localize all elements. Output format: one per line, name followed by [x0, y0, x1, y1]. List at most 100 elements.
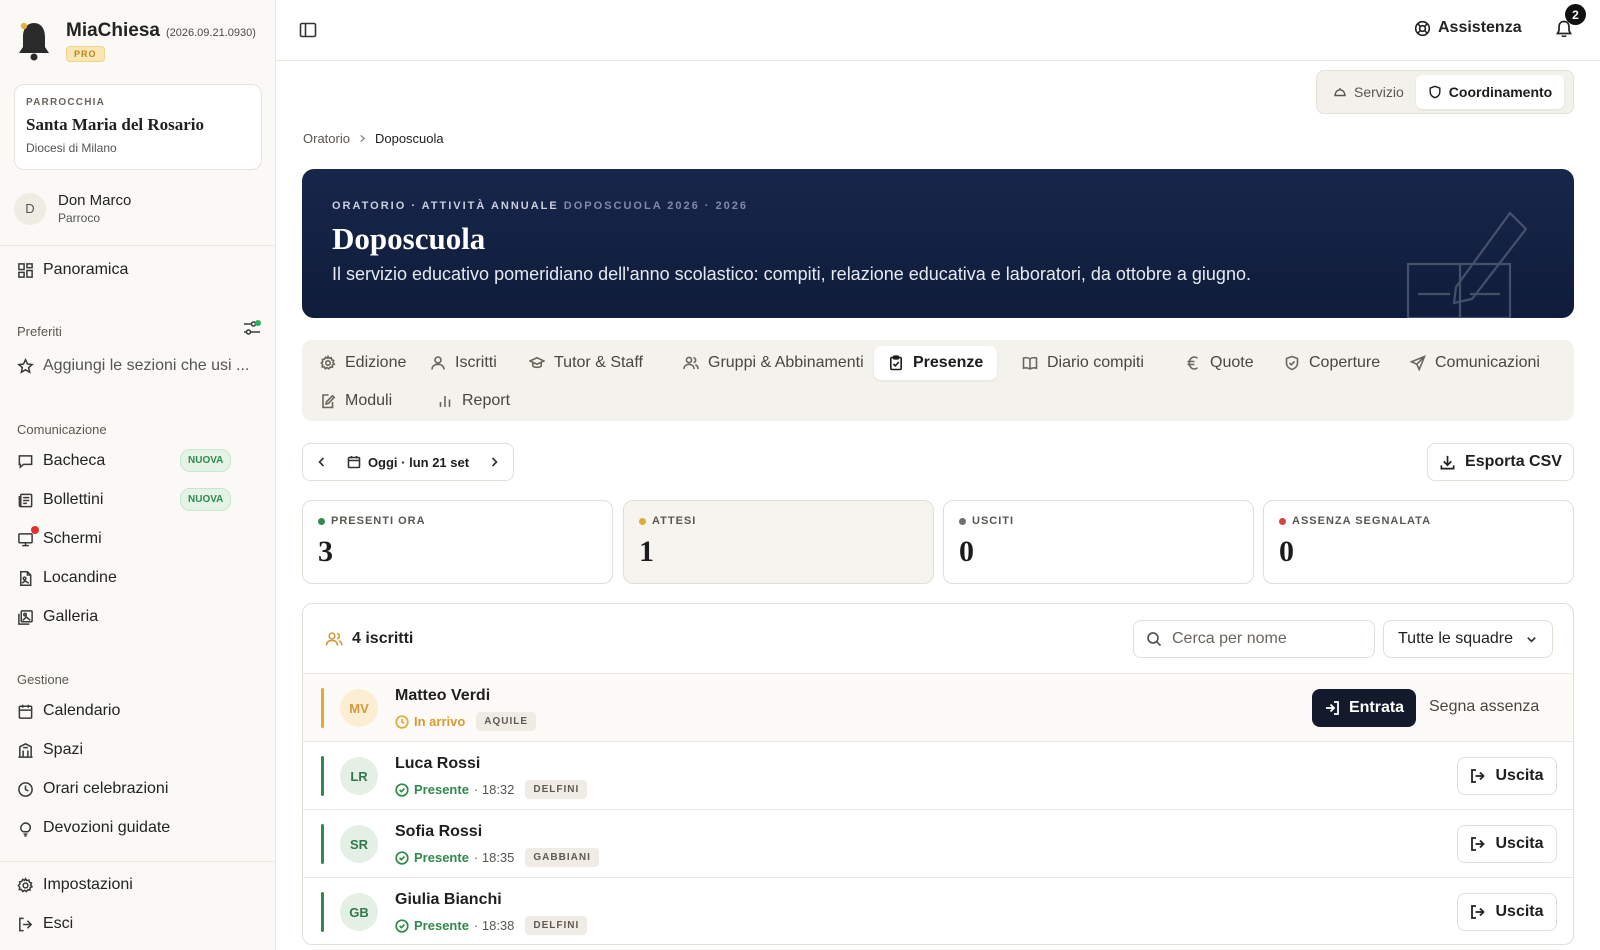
student-status: Presente · 18:32 DELFINI	[395, 780, 588, 799]
student-name[interactable]: Luca Rossi	[395, 755, 480, 773]
date-picker-button[interactable]: Oggi · lun 21 set	[347, 455, 469, 470]
student-name[interactable]: Sofia Rossi	[395, 823, 482, 841]
tab-diario-compiti[interactable]: Diario compiti	[1008, 346, 1158, 380]
status-dot	[639, 517, 646, 525]
chevron-left-icon[interactable]	[315, 455, 329, 469]
parish-name: Santa Maria del Rosario	[26, 115, 205, 134]
sidebar-item-spazi[interactable]: Spazi	[17, 741, 83, 759]
tab-edizione[interactable]: Edizione	[306, 346, 420, 380]
favorites-add-hint[interactable]: Aggiungi le sezioni che usi ...	[17, 357, 249, 375]
check-circle-icon	[395, 918, 409, 933]
sidebar-item-schermi[interactable]: Schermi	[17, 530, 102, 548]
favorites-hint-text: Aggiungi le sezioni che usi ...	[43, 357, 250, 374]
enrolled-count-label: 4 iscritti	[352, 630, 414, 647]
sidebar-item-locandine[interactable]: Locandine	[17, 569, 117, 587]
calendar-icon	[347, 456, 361, 469]
user-name: Don Marco	[58, 192, 132, 209]
poster-icon	[20, 570, 32, 586]
check-out-button[interactable]: Uscita	[1457, 893, 1557, 931]
sidebar-item-label: Bollettini	[43, 491, 104, 508]
calendar-icon	[18, 704, 33, 719]
tab-iscritti[interactable]: Iscritti	[416, 346, 511, 380]
sidebar-item-galleria[interactable]: Galleria	[17, 608, 98, 626]
avatar: LR	[340, 757, 378, 795]
breadcrumb-parent-link[interactable]: Oratorio	[303, 131, 350, 146]
status-dot	[1279, 517, 1286, 525]
activity-hero-banner: ORATORIO · ATTIVITÀ ANNUALE DOPOSCUOLA 2…	[302, 169, 1574, 318]
stat-card-attesi: ATTESI 1	[623, 500, 934, 584]
mode-servizio-button[interactable]: Servizio	[1321, 75, 1416, 109]
bell-logo-icon	[19, 22, 49, 61]
tab-coperture[interactable]: Coperture	[1270, 346, 1394, 380]
clock-icon	[18, 781, 33, 797]
sidebar-item-bollettini[interactable]: Bollettini	[17, 491, 103, 509]
section-tabs: Edizione Iscritti Tutor & Staff Gruppi &…	[302, 340, 1574, 421]
avatar: GB	[340, 893, 378, 931]
stat-value: 1	[639, 535, 654, 568]
date-label: Oggi · lun 21 set	[367, 454, 470, 470]
sidebar-item-orari-celebrazioni[interactable]: Orari celebrazioni	[17, 780, 168, 798]
notification-count-badge: 2	[1565, 4, 1586, 25]
app-version: (2026.09.21.0930)	[165, 27, 256, 39]
favorites-settings-icon[interactable]	[243, 320, 261, 336]
logout-icon	[1471, 769, 1486, 783]
tab-comunicazioni[interactable]: Comunicazioni	[1396, 346, 1554, 380]
newspaper-icon	[18, 493, 33, 507]
tab-quote[interactable]: Quote	[1171, 346, 1268, 380]
check-out-label: Uscita	[1495, 903, 1544, 920]
tab-label: Tutor & Staff	[554, 354, 643, 371]
check-in-button[interactable]: Entrata	[1312, 689, 1416, 727]
tab-label: Edizione	[345, 354, 407, 371]
tab-label: Gruppi & Abbinamenti	[708, 354, 864, 371]
check-out-label: Uscita	[1495, 767, 1544, 784]
mode-option-label: Servizio	[1354, 84, 1404, 100]
student-status: Presente · 18:38 DELFINI	[395, 916, 588, 935]
app-name: MiaChiesa	[66, 20, 160, 41]
tab-report[interactable]: Report	[423, 384, 524, 418]
sidebar-item-devozioni-guidate[interactable]: Devozioni guidate	[17, 819, 170, 837]
student-name[interactable]: Matteo Verdi	[395, 687, 490, 705]
sidebar-item-panoramica[interactable]: Panoramica	[17, 261, 128, 279]
sidebar-item-label: Impostazioni	[43, 876, 133, 893]
student-name[interactable]: Giulia Bianchi	[395, 891, 502, 909]
sidebar-item-impostazioni[interactable]: Impostazioni	[17, 876, 133, 894]
table-row: MV Matteo Verdi In arrivo AQUILE Entrata…	[303, 674, 1573, 742]
user-profile[interactable]: D Don Marco Parroco	[14, 192, 131, 225]
sidebar-item-esci[interactable]: Esci	[17, 915, 73, 933]
star-icon	[17, 357, 34, 374]
mark-absence-button[interactable]: Segna assenza	[1429, 698, 1539, 716]
divider	[0, 245, 276, 246]
student-status: In arrivo AQUILE	[395, 712, 537, 731]
check-out-button[interactable]: Uscita	[1457, 825, 1557, 863]
tab-moduli[interactable]: Moduli	[306, 384, 406, 418]
tab-presenze[interactable]: Presenze	[874, 346, 998, 380]
stat-label: ASSENZA SEGNALATA	[1292, 515, 1432, 527]
sidebar-item-bacheca[interactable]: Bacheca	[17, 452, 105, 470]
book-pencil-decoration-icon	[1406, 211, 1528, 318]
sidebar-item-calendario[interactable]: Calendario	[17, 702, 120, 720]
check-circle-icon	[395, 782, 409, 797]
check-out-button[interactable]: Uscita	[1457, 757, 1557, 795]
tab-tutor-staff[interactable]: Tutor & Staff	[515, 346, 657, 380]
status-text: Presente	[414, 850, 469, 865]
user-icon	[431, 356, 445, 370]
tab-gruppi-abbinamenti[interactable]: Gruppi & Abbinamenti	[669, 346, 878, 380]
stat-value: 0	[959, 535, 974, 568]
brand[interactable]: MiaChiesa (2026.09.21.0930) PRO	[16, 20, 256, 64]
tab-label: Report	[462, 392, 511, 409]
users-icon	[325, 632, 343, 646]
squad-filter-select[interactable]: Tutte le squadre	[1383, 620, 1553, 658]
parish-card[interactable]: PARROCCHIA Santa Maria del Rosario Dioce…	[14, 84, 262, 170]
new-badge: NUOVA	[180, 449, 232, 472]
name-search[interactable]	[1133, 620, 1375, 658]
tab-label: Iscritti	[455, 354, 497, 371]
avatar: MV	[340, 689, 378, 727]
shield-icon	[1429, 85, 1441, 99]
chevron-right-icon[interactable]	[487, 455, 501, 469]
export-csv-button[interactable]: Esporta CSV	[1427, 443, 1574, 481]
sidebar-toggle-icon[interactable]	[299, 21, 317, 39]
book-icon	[1022, 356, 1038, 370]
help-button[interactable]: Assistenza	[1414, 19, 1522, 37]
search-input[interactable]	[1172, 630, 1362, 648]
mode-coordinamento-button[interactable]: Coordinamento	[1415, 75, 1565, 109]
